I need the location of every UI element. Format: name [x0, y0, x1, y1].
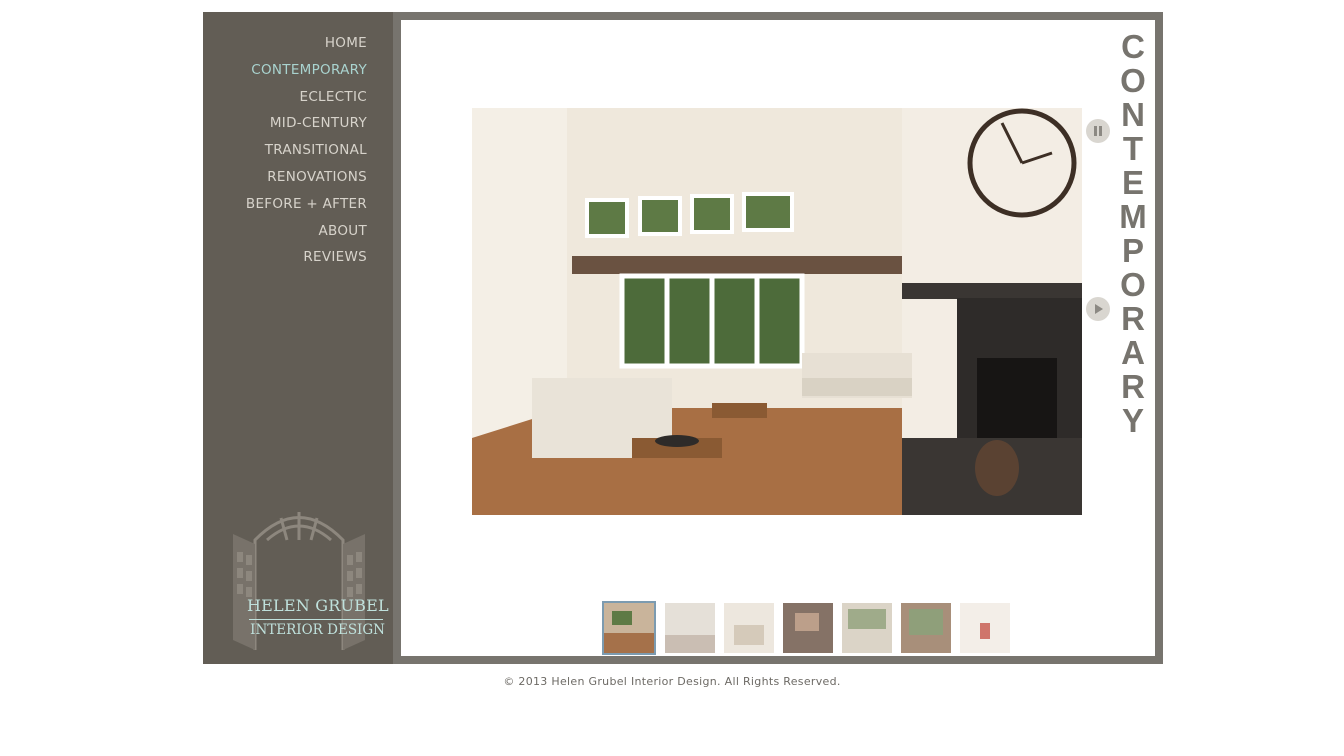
logo-divider: [249, 619, 383, 620]
section-title-vertical: CONTEMPORARY: [1119, 28, 1147, 439]
nav-item-reviews[interactable]: REVIEWS: [246, 244, 367, 271]
sidebar: HOME CONTEMPORARY ECLECTIC MID-CENTURY T…: [203, 12, 393, 664]
thumbnail-image: [724, 603, 774, 653]
thumbnail-image: [604, 603, 654, 653]
thumbnail-5[interactable]: [842, 603, 892, 653]
thumbnail-4[interactable]: [783, 603, 833, 653]
footer-copyright: © 2013 Helen Grubel Interior Design. All…: [503, 675, 841, 688]
thumbnail-2[interactable]: [665, 603, 715, 653]
main-nav: HOME CONTEMPORARY ECLECTIC MID-CENTURY T…: [246, 30, 367, 271]
pause-button[interactable]: [1086, 119, 1110, 143]
hero-photo[interactable]: [472, 108, 1082, 515]
nav-item-home[interactable]: HOME: [246, 30, 367, 57]
nav-item-contemporary[interactable]: CONTEMPORARY: [246, 57, 367, 84]
pause-icon: [1094, 126, 1102, 136]
content-panel: CONTEMPORARY: [401, 20, 1155, 656]
nav-item-before-after[interactable]: BEFORE + AFTER: [246, 191, 367, 218]
thumbnail-image: [783, 603, 833, 653]
thumbnail-3[interactable]: [724, 603, 774, 653]
main-frame: CONTEMPORARY: [393, 12, 1163, 664]
logo[interactable]: HELEN GRUBEL INTERIOR DESIGN: [219, 500, 389, 656]
nav-item-mid-century[interactable]: MID-CENTURY: [246, 110, 367, 137]
nav-item-renovations[interactable]: RENOVATIONS: [246, 164, 367, 191]
nav-item-about[interactable]: ABOUT: [246, 218, 367, 245]
logo-subtitle: INTERIOR DESIGN: [250, 622, 385, 638]
thumbnail-image: [960, 603, 1010, 653]
thumbnail-1[interactable]: [602, 601, 656, 655]
thumbnail-image: [901, 603, 951, 653]
thumbnail-image: [665, 603, 715, 653]
nav-item-transitional[interactable]: TRANSITIONAL: [246, 137, 367, 164]
thumbnail-image: [842, 603, 892, 653]
living-room-image: [472, 108, 1082, 515]
play-icon: [1095, 304, 1103, 314]
play-button[interactable]: [1086, 297, 1110, 321]
thumbnail-7[interactable]: [960, 603, 1010, 653]
thumbnail-6[interactable]: [901, 603, 951, 653]
nav-item-eclectic[interactable]: ECLECTIC: [246, 84, 367, 111]
logo-name: HELEN GRUBEL: [247, 596, 389, 615]
